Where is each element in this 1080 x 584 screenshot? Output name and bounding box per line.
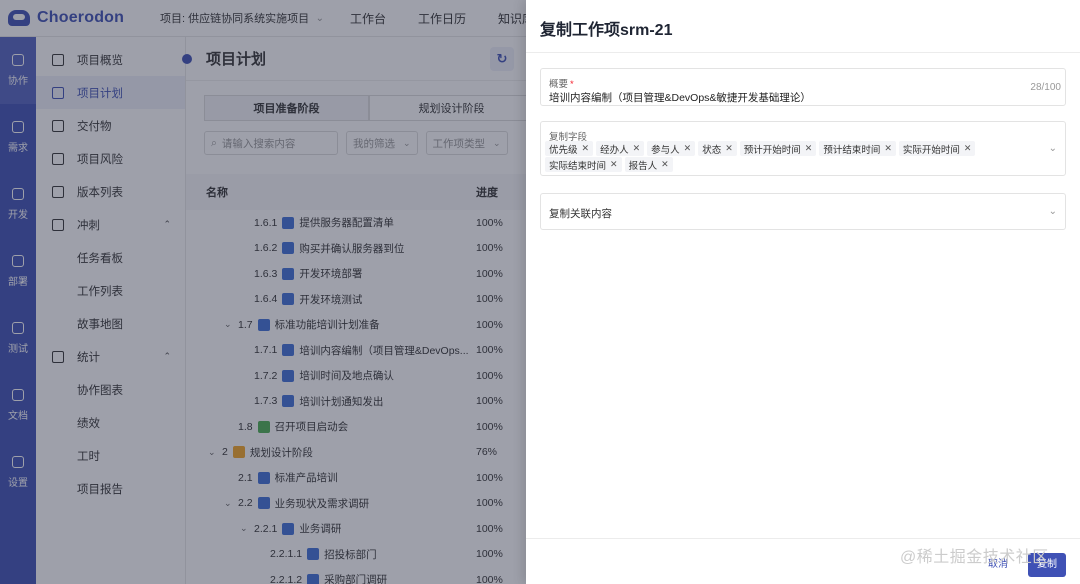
field-tag: 状态 ✕ — [698, 141, 737, 156]
field-tag: 经办人 ✕ — [596, 141, 645, 156]
watermark: @稀土掘金技术社区 — [900, 549, 1049, 566]
remove-tag-icon[interactable]: ✕ — [661, 159, 669, 170]
field-tag-label: 预计开始时间 — [743, 144, 801, 156]
remove-tag-icon[interactable]: ✕ — [964, 143, 972, 154]
field-tag: 预计开始时间 ✕ — [739, 141, 817, 156]
chevron-down-icon[interactable]: ⌄ — [1049, 206, 1057, 217]
remove-tag-icon[interactable]: ✕ — [884, 143, 892, 154]
field-tag: 实际开始时间 ✕ — [898, 141, 976, 156]
field-tag-label: 实际结束时间 — [549, 160, 607, 172]
copy-issue-drawer: 复制工作项srm-21 概要 * 培训内容编制（项目管理&DevOps&敏捷开发基… — [526, 0, 1080, 584]
divider — [526, 538, 1080, 539]
summary-label: 概要 * — [549, 79, 574, 90]
copy-related-select[interactable]: 复制关联内容 ⌄ — [540, 193, 1066, 230]
drawer-title: 复制工作项srm-21 — [540, 22, 673, 39]
remove-tag-icon[interactable]: ✕ — [582, 143, 590, 154]
remove-tag-icon[interactable]: ✕ — [633, 143, 641, 154]
summary-input[interactable]: 培训内容编制（项目管理&DevOps&敏捷开发基础理论） — [549, 90, 811, 105]
field-tag: 参与人 ✕ — [647, 141, 696, 156]
remove-tag-icon[interactable]: ✕ — [805, 143, 813, 154]
field-tag-label: 优先级 — [549, 144, 578, 156]
copy-related-label: 复制关联内容 — [549, 208, 612, 220]
remove-tag-icon[interactable]: ✕ — [684, 143, 692, 154]
field-tag-label: 实际开始时间 — [902, 144, 960, 156]
summary-field[interactable]: 概要 * 培训内容编制（项目管理&DevOps&敏捷开发基础理论） 28/100 — [540, 68, 1066, 106]
field-tag-label: 参与人 — [651, 144, 680, 156]
field-tag: 预计结束时间 ✕ — [819, 141, 896, 156]
divider — [526, 52, 1080, 53]
copy-fields-tags: 优先级 ✕ 经办人 ✕ 参与人 ✕ 状态 ✕ 预计开始时间 ✕ 预计结束时间 ✕ 实际开始时间 ✕ 实际结束… — [545, 141, 1025, 173]
field-tag: 优先级 ✕ — [545, 141, 594, 156]
modal-overlay[interactable] — [0, 0, 526, 584]
remove-tag-icon[interactable]: ✕ — [610, 159, 618, 170]
chevron-down-icon[interactable]: ⌄ — [1049, 143, 1057, 154]
field-tag-label: 报告人 — [628, 160, 658, 172]
field-tag: 实际结束时间 ✕ — [545, 157, 622, 172]
remove-tag-icon[interactable]: ✕ — [725, 143, 733, 154]
field-tag-label: 预计结束时间 — [823, 144, 881, 156]
field-tag-label: 状态 — [702, 144, 722, 156]
summary-counter: 28/100 — [1030, 82, 1061, 93]
copy-fields-select[interactable]: 复制字段 优先级 ✕ 经办人 ✕ 参与人 ✕ 状态 ✕ 预计开始时间 ✕ 预计结束时间 ✕ 实际开始时间… — [540, 121, 1066, 176]
field-tag-label: 经办人 — [600, 144, 629, 156]
field-tag: 报告人 ✕ — [624, 157, 673, 172]
